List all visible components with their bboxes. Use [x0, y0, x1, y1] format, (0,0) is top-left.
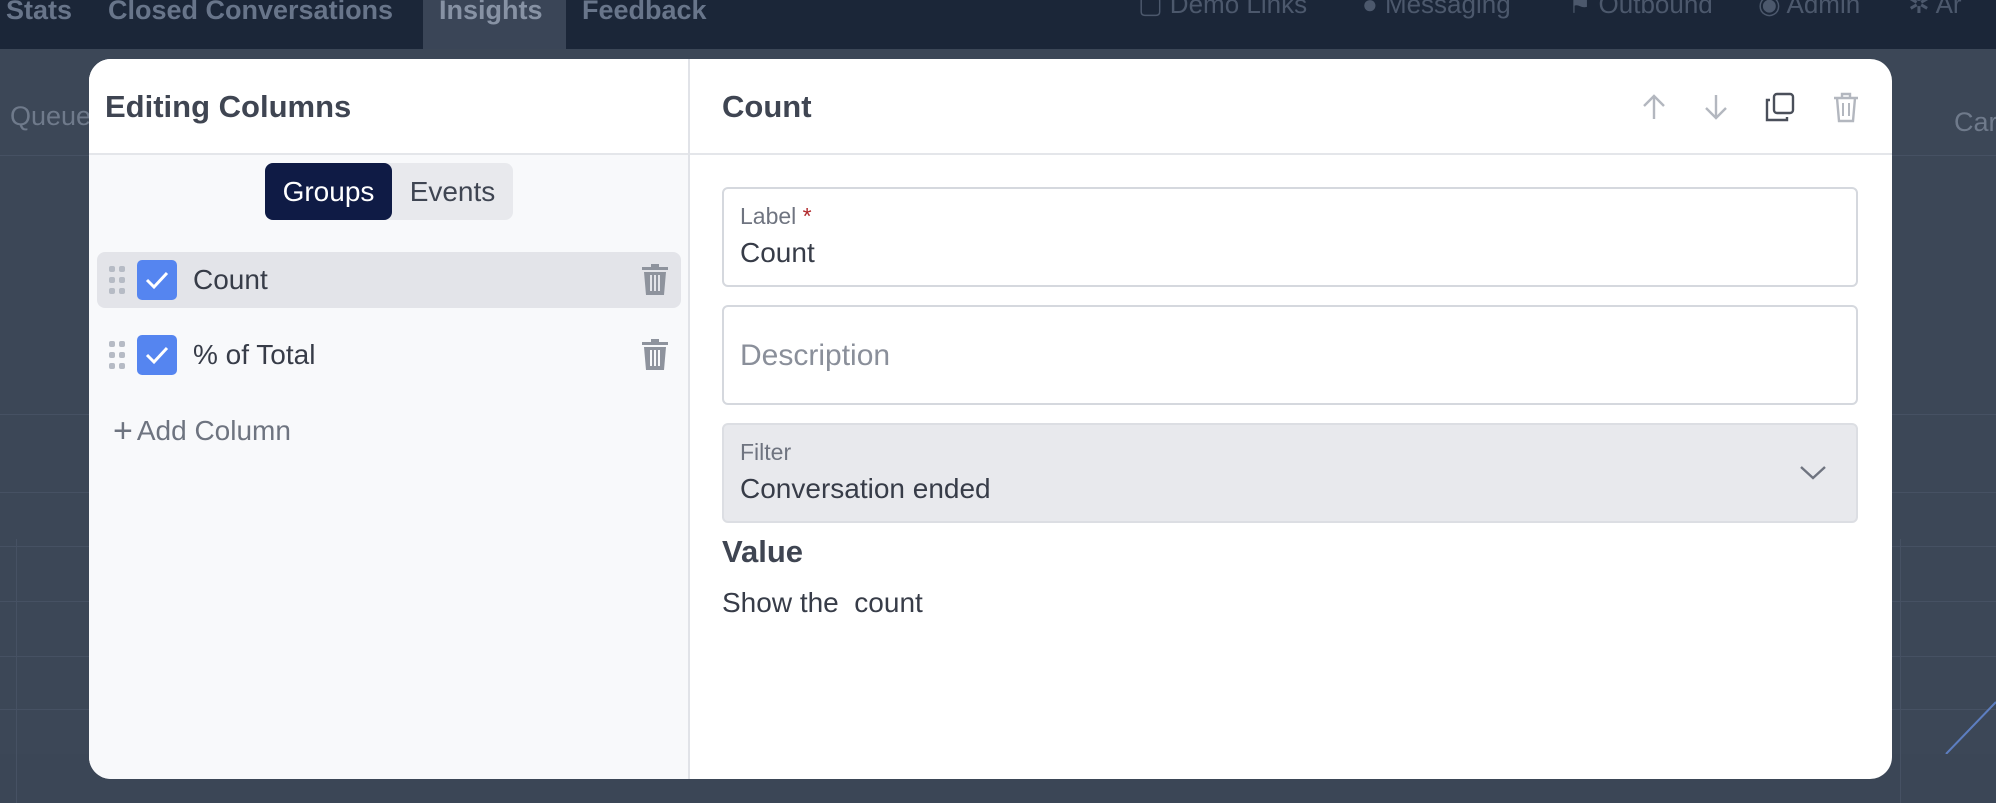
arrow-down-icon[interactable] [1698, 89, 1734, 125]
column-title: Count [722, 89, 812, 124]
column-checkbox[interactable] [137, 260, 177, 300]
plus-icon: + [113, 412, 133, 450]
editing-columns-modal: Editing Columns Groups Events Count % of… [89, 59, 1892, 779]
nav-demo-links[interactable]: ▢ Demo Links [1138, 0, 1307, 24]
top-navigation-bar: Stats Closed Conversations Insights Feed… [0, 0, 1996, 49]
trash-icon[interactable] [641, 264, 669, 296]
nav-tab-insights[interactable]: Insights [423, 0, 566, 49]
filter-value: Conversation ended [740, 473, 991, 504]
column-name: Count [193, 264, 268, 295]
column-editor-pane: Count Label * Count Description Filter C… [690, 59, 1892, 779]
chart-line [1945, 701, 1996, 754]
divider [1900, 539, 1901, 803]
chat-icon: ● [1362, 0, 1385, 19]
description-field[interactable]: Description [722, 305, 1858, 405]
add-column-button[interactable]: + Add Column [113, 412, 291, 451]
right-header: Count [690, 59, 1892, 155]
tab-groups[interactable]: Groups [265, 163, 392, 220]
value-heading: Value [722, 534, 803, 569]
add-column-label: Add Column [136, 415, 291, 446]
value-description: Show the count [722, 587, 923, 618]
chevron-down-icon [1800, 466, 1826, 480]
label-field[interactable]: Label * Count [722, 187, 1858, 287]
nav-tab-closed-conversations[interactable]: Closed Conversations [92, 0, 409, 49]
nav-admin[interactable]: ◉ Admin [1758, 0, 1860, 24]
label-field-caption: Label * [740, 203, 812, 229]
admin-icon: ◉ [1758, 0, 1787, 19]
checkmark-icon [145, 271, 169, 290]
delete-icon[interactable] [1828, 89, 1864, 125]
queue-label: Queue [10, 101, 92, 131]
left-header: Editing Columns [89, 59, 688, 155]
filter-caption: Filter [740, 439, 792, 465]
groups-events-toggle: Groups Events [265, 163, 513, 220]
column-row-count[interactable]: Count [97, 252, 681, 308]
drag-handle-icon[interactable] [109, 341, 125, 369]
column-name: % of Total [193, 339, 316, 370]
nav-more[interactable]: ✲ Ar [1908, 0, 1962, 24]
link-icon: ▢ [1138, 0, 1170, 19]
nav-tab-stats[interactable]: Stats [0, 0, 88, 49]
nav-outbound[interactable]: ⚑ Outbound [1568, 0, 1713, 24]
filter-select[interactable]: Filter Conversation ended [722, 423, 1858, 523]
bookmark-icon: ⚑ [1568, 0, 1599, 19]
required-marker: * [802, 203, 812, 229]
background-label: Car [1954, 107, 1996, 137]
trash-icon[interactable] [641, 339, 669, 371]
arrow-up-icon[interactable] [1636, 89, 1672, 125]
description-placeholder: Description [740, 339, 891, 372]
tab-events[interactable]: Events [392, 163, 513, 220]
settings-icon: ✲ [1908, 0, 1936, 19]
checkmark-icon [145, 346, 169, 365]
divider [16, 539, 17, 803]
column-row-percent-of-total[interactable]: % of Total [97, 327, 681, 383]
drag-handle-icon[interactable] [109, 266, 125, 294]
nav-messaging[interactable]: ● Messaging [1362, 0, 1511, 24]
columns-list-pane: Editing Columns Groups Events Count % of… [89, 59, 690, 779]
column-checkbox[interactable] [137, 335, 177, 375]
label-field-value[interactable]: Count [740, 237, 815, 269]
duplicate-icon[interactable] [1762, 89, 1798, 125]
nav-tab-feedback[interactable]: Feedback [566, 0, 723, 49]
modal-title: Editing Columns [105, 89, 352, 124]
